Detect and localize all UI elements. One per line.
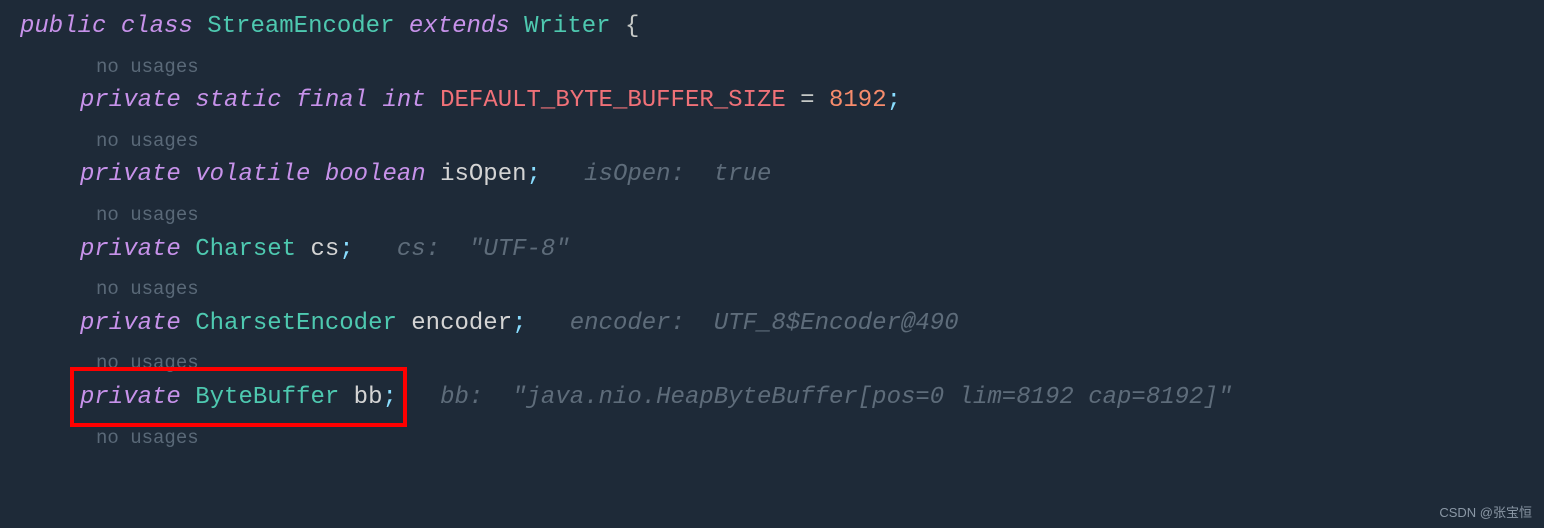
semicolon: ; bbox=[339, 236, 353, 263]
semicolon: ; bbox=[527, 161, 541, 188]
type-name: ByteBuffer bbox=[195, 384, 339, 411]
semicolon: ; bbox=[887, 87, 901, 114]
code-line-field-encoder: private CharsetEncoder encoder; encoder:… bbox=[20, 307, 1544, 341]
usage-hint: no usages bbox=[20, 202, 1544, 229]
usage-hint: no usages bbox=[20, 276, 1544, 303]
keyword-private: private bbox=[80, 87, 181, 114]
debug-inline-value: encoder: UTF_8$Encoder@490 bbox=[570, 310, 959, 337]
number-literal: 8192 bbox=[829, 87, 887, 114]
equals: = bbox=[786, 87, 829, 114]
code-line-class-decl: public class StreamEncoder extends Write… bbox=[20, 10, 1544, 44]
keyword-volatile: volatile bbox=[195, 161, 310, 188]
var-name: bb bbox=[354, 384, 383, 411]
semicolon: ; bbox=[512, 310, 526, 337]
debug-inline-value: isOpen: true bbox=[584, 161, 771, 188]
var-name: cs bbox=[310, 236, 339, 263]
keyword-private: private bbox=[80, 384, 181, 411]
debug-inline-value: bb: "java.nio.HeapByteBuffer[pos=0 lim=8… bbox=[440, 384, 1232, 411]
code-line-field-const: private static final int DEFAULT_BYTE_BU… bbox=[20, 84, 1544, 118]
semicolon: ; bbox=[382, 384, 396, 411]
keyword-private: private bbox=[80, 310, 181, 337]
keyword-public: public bbox=[20, 13, 106, 40]
brace-open: { bbox=[625, 13, 639, 40]
code-line-field-bb: private ByteBuffer bb; bb: "java.nio.Hea… bbox=[20, 381, 1544, 415]
keyword-static: static bbox=[195, 87, 281, 114]
keyword-boolean: boolean bbox=[325, 161, 426, 188]
usage-hint: no usages bbox=[20, 128, 1544, 155]
code-editor[interactable]: public class StreamEncoder extends Write… bbox=[20, 10, 1544, 451]
keyword-int: int bbox=[382, 87, 425, 114]
keyword-private: private bbox=[80, 236, 181, 263]
super-class: Writer bbox=[524, 13, 610, 40]
constant-name: DEFAULT_BYTE_BUFFER_SIZE bbox=[440, 87, 786, 114]
type-name: CharsetEncoder bbox=[195, 310, 397, 337]
code-line-field-cs: private Charset cs; cs: "UTF-8" bbox=[20, 233, 1544, 267]
code-line-field-isopen: private volatile boolean isOpen; isOpen:… bbox=[20, 158, 1544, 192]
var-name: encoder bbox=[411, 310, 512, 337]
var-name: isOpen bbox=[440, 161, 526, 188]
debug-inline-value: cs: "UTF-8" bbox=[397, 236, 570, 263]
watermark: CSDN @张宝恒 bbox=[1439, 504, 1532, 522]
usage-hint: no usages bbox=[20, 350, 1544, 377]
usage-hint: no usages bbox=[20, 54, 1544, 81]
keyword-extends: extends bbox=[409, 13, 510, 40]
type-name: Charset bbox=[195, 236, 296, 263]
usage-hint: no usages bbox=[20, 425, 1544, 452]
class-name: StreamEncoder bbox=[207, 13, 394, 40]
keyword-final: final bbox=[296, 87, 368, 114]
keyword-private: private bbox=[80, 161, 181, 188]
keyword-class: class bbox=[121, 13, 193, 40]
